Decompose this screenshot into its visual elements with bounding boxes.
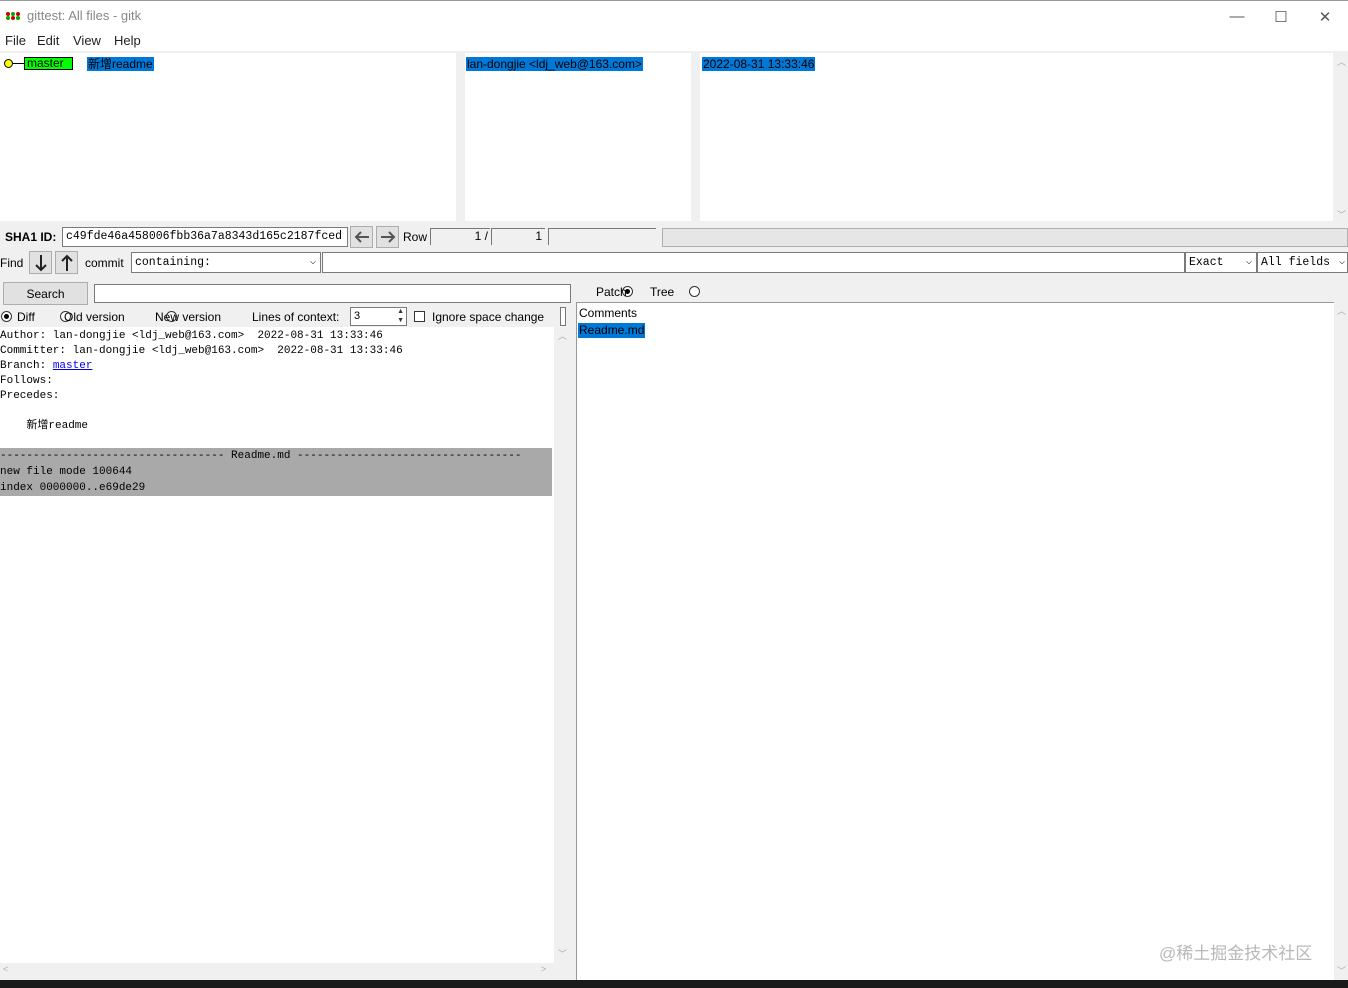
find-mode-select[interactable]: containing: ⌵ [131, 252, 321, 273]
search-button[interactable]: Search [3, 282, 88, 305]
file-list-pane[interactable]: Comments Readme.md @稀土掘金技术社区 [576, 302, 1334, 980]
index-line: index 0000000..e69de29 [0, 482, 146, 494]
commit-date-pane[interactable]: 2022-08-31 13:33:46 [700, 53, 1333, 221]
scroll-down-icon[interactable]: ﹀ [558, 947, 567, 960]
sha1-label: SHA1 ID: [5, 230, 57, 244]
commit-author[interactable]: lan-dongjie <ldj_web@163.com> [466, 57, 643, 71]
branch-connector [13, 63, 24, 64]
branch-tag-master[interactable]: master [24, 57, 73, 70]
options-overflow [560, 307, 566, 326]
find-mode-value: containing: [135, 256, 211, 269]
search-fields-select[interactable]: All fields ⌵ [1257, 252, 1348, 273]
branch-line: Branch: master [0, 359, 92, 374]
commit-date[interactable]: 2022-08-31 13:33:46 [702, 57, 816, 71]
arrow-up-icon [60, 254, 73, 271]
file-diff-header: ---------------------------------- Readm… [0, 448, 552, 496]
scroll-up-icon[interactable]: ︿ [1337, 55, 1346, 68]
arrow-down-icon [34, 254, 47, 271]
search-input[interactable] [94, 284, 571, 303]
close-button[interactable]: ✕ [1302, 1, 1348, 32]
ignore-space-checkbox[interactable] [414, 311, 425, 322]
commit-author-pane[interactable]: lan-dongjie <ldj_web@163.com> [465, 53, 691, 221]
file-mode-line: new file mode 100644 [0, 466, 133, 478]
commit-message-body: 新增readme [0, 420, 89, 432]
author-line: Author: lan-dongjie <ldj_web@163.com> 20… [0, 330, 383, 342]
scroll-down-icon[interactable]: ﹀ [1337, 208, 1346, 221]
ignore-space-label: Ignore space change [432, 310, 545, 324]
details-scrollbar[interactable]: ︿ ﹀ [555, 327, 570, 963]
patch-label: Patch [596, 285, 627, 299]
commit-graph-pane[interactable]: master 新增readme [0, 53, 456, 221]
scroll-right-icon[interactable]: > [541, 964, 546, 974]
menu-bar: File Edit View Help [0, 31, 1348, 51]
menu-view[interactable]: View [73, 33, 101, 48]
chevron-down-icon: ⌵ [309, 257, 316, 268]
find-type[interactable]: commit [85, 256, 124, 270]
arrow-right-icon [380, 231, 395, 243]
watermark: @稀土掘金技术社区 [1159, 944, 1313, 963]
match-type-select[interactable]: Exact ⌵ [1185, 252, 1257, 273]
precedes-line: Precedes: [0, 390, 60, 402]
find-prev-button[interactable] [55, 251, 78, 274]
diff-radio[interactable] [1, 311, 12, 322]
spinner-arrows-icon[interactable]: ▲ ▼ [397, 307, 404, 325]
committer-line: Committer: lan-dongjie <ldj_web@163.com>… [0, 345, 403, 357]
sha1-input[interactable]: c49fde46a458006fbb36a7a8343d165c2187fced [62, 227, 348, 247]
lines-of-context-label: Lines of context: [252, 310, 340, 324]
new-version-label: New version [155, 310, 222, 324]
scroll-up-icon[interactable]: ︿ [1337, 304, 1346, 317]
file-header-line: ---------------------------------- Readm… [0, 450, 522, 462]
back-button[interactable] [350, 226, 373, 248]
scroll-down-icon[interactable]: ﹀ [1337, 964, 1346, 977]
window-title: gittest: All files - gitk [27, 8, 142, 23]
chevron-down-icon: ⌵ [1245, 257, 1252, 268]
diff-label: Diff [17, 310, 35, 324]
status-box [548, 228, 656, 245]
find-label: Find [0, 256, 24, 270]
follows-line: Follows: [0, 375, 53, 387]
commit-message[interactable]: 新增readme [87, 57, 154, 71]
lines-of-context-value: 3 [354, 310, 361, 322]
progress-bar [662, 228, 1348, 247]
maximize-button[interactable]: ☐ [1258, 1, 1304, 32]
file-list-scrollbar[interactable]: ︿ ﹀ [1334, 302, 1348, 980]
taskbar-edge [0, 980, 1348, 988]
gitk-app-icon [6, 12, 20, 20]
menu-edit[interactable]: Edit [37, 33, 59, 48]
file-list-readme[interactable]: Readme.md [578, 323, 646, 338]
arrow-left-icon [354, 231, 369, 243]
tree-label: Tree [650, 285, 675, 299]
find-input[interactable] [322, 252, 1185, 273]
search-fields-value: All fields [1261, 256, 1331, 269]
row-label: Row [403, 230, 428, 244]
scroll-left-icon[interactable]: < [3, 964, 8, 974]
commit-list-scrollbar[interactable]: ︿ ﹀ [1334, 53, 1348, 221]
details-hscrollbar[interactable]: < > [0, 963, 554, 978]
old-version-label: Old version [64, 310, 125, 324]
match-type-value: Exact [1189, 256, 1224, 269]
minimize-button[interactable]: — [1214, 1, 1260, 32]
find-next-button[interactable] [29, 251, 52, 274]
tree-radio[interactable] [689, 286, 701, 297]
row-current: 1 / [430, 228, 490, 245]
commit-node-icon [4, 59, 13, 68]
branch-link[interactable]: master [53, 360, 93, 372]
chevron-down-icon: ⌵ [1338, 257, 1345, 268]
commit-details-pane[interactable]: Author: lan-dongjie <ldj_web@163.com> 20… [0, 327, 554, 963]
branch-label: Branch: [0, 360, 53, 372]
row-total: 1 [491, 228, 545, 245]
file-list-comments[interactable]: Comments [579, 306, 637, 320]
menu-help[interactable]: Help [114, 33, 141, 48]
title-bar: gittest: All files - gitk — ☐ ✕ [0, 0, 1348, 31]
lines-of-context-spinner[interactable]: 3 ▲ ▼ [350, 307, 407, 326]
scroll-up-icon[interactable]: ︿ [558, 329, 567, 342]
menu-file[interactable]: File [5, 33, 26, 48]
forward-button[interactable] [376, 226, 399, 248]
